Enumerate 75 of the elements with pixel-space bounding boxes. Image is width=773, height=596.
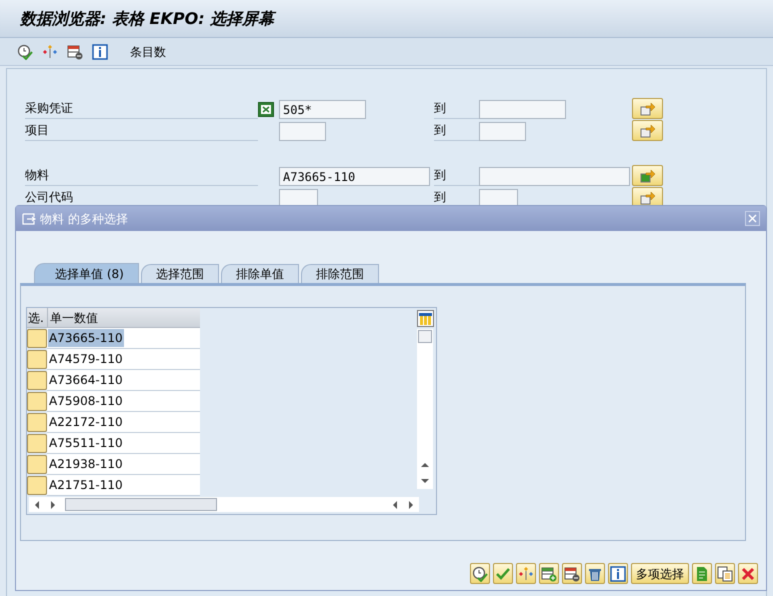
toolbar-button[interactable] <box>738 563 758 584</box>
field-label: 项目 <box>25 122 49 139</box>
field-label: 物料 <box>25 167 49 184</box>
remove-row-icon <box>564 566 580 582</box>
toolbar-button[interactable] <box>16 42 34 60</box>
add-row-icon <box>541 566 557 582</box>
to-label: 到 <box>434 189 446 206</box>
diamonds-icon <box>42 44 58 60</box>
tab[interactable]: 选择范围 <box>140 264 219 283</box>
column-settings-button[interactable] <box>416 310 434 327</box>
check-icon <box>495 566 511 582</box>
input-field[interactable]: 505* <box>279 100 366 119</box>
toolbar-button[interactable] <box>539 563 559 584</box>
row-selector[interactable] <box>27 350 47 369</box>
field-label: 采购凭证 <box>25 100 73 117</box>
scroll-thumb[interactable] <box>418 330 432 343</box>
dialog-title: 物料 的多种选择 <box>40 210 128 228</box>
table-cell[interactable]: A73665-110 <box>48 329 124 347</box>
toolbar-button[interactable] <box>41 42 59 60</box>
row-selector[interactable] <box>27 329 47 348</box>
toolbar-button[interactable] <box>470 563 490 584</box>
to-label: 到 <box>434 100 446 117</box>
close-button[interactable] <box>745 211 760 226</box>
columns-icon <box>418 312 432 324</box>
clock-check-icon <box>472 566 488 582</box>
multiple-selection-button[interactable]: 多项选择 <box>631 563 689 584</box>
input-field[interactable] <box>279 122 326 141</box>
to-label: 到 <box>434 122 446 139</box>
info-icon <box>610 566 626 582</box>
selection-option-icon[interactable] <box>258 102 274 117</box>
toolbar-button[interactable] <box>608 563 628 584</box>
row-selector[interactable] <box>27 455 47 474</box>
toolbar-button[interactable] <box>516 563 536 584</box>
toolbar-button[interactable] <box>493 563 513 584</box>
document-icon <box>694 566 710 582</box>
input-field[interactable]: A73665-110 <box>279 167 430 186</box>
horizontal-scrollbar[interactable] <box>29 497 419 512</box>
close-icon <box>748 214 757 223</box>
toolbar-button[interactable] <box>692 563 712 584</box>
column-header[interactable]: 单一数值 <box>48 308 200 327</box>
row-selector[interactable] <box>27 392 47 411</box>
to-input-field[interactable] <box>479 122 526 141</box>
clock-check-icon <box>17 44 33 60</box>
toolbar-button[interactable] <box>562 563 582 584</box>
to-input-field[interactable] <box>479 167 630 186</box>
toolbar-button[interactable] <box>66 42 84 60</box>
vertical-scrollbar[interactable] <box>417 329 433 489</box>
tab[interactable]: 排除单值 <box>220 264 299 283</box>
entry-count-label[interactable]: 条目数 <box>130 42 166 60</box>
scroll-thumb[interactable] <box>65 498 217 511</box>
row-selector[interactable] <box>27 434 47 453</box>
toolbar-button[interactable] <box>585 563 605 584</box>
tab[interactable]: 选择单值 (8) <box>34 263 139 283</box>
toolbar-button[interactable] <box>715 563 735 584</box>
info-icon <box>92 44 108 60</box>
copy-icon <box>717 566 733 582</box>
to-label: 到 <box>434 167 446 184</box>
row-selector[interactable] <box>27 371 47 390</box>
to-input-field[interactable] <box>479 100 566 119</box>
window-title: 数据浏览器: 表格 EKPO: 选择屏幕 <box>20 8 274 30</box>
dialog-icon <box>22 212 36 224</box>
multiple-selection-button[interactable] <box>632 165 663 186</box>
tab[interactable]: 排除范围 <box>300 264 379 283</box>
diamonds-icon <box>518 566 534 582</box>
cancel-icon <box>740 566 756 582</box>
arrow-icon <box>640 102 656 116</box>
column-header[interactable]: 选. <box>27 308 48 327</box>
arrow-icon <box>640 124 656 138</box>
row-selector[interactable] <box>27 413 47 432</box>
multiple-selection-button[interactable] <box>632 120 663 141</box>
remove-row-icon <box>67 44 83 60</box>
arrow-icon <box>640 168 656 182</box>
field-label: 公司代码 <box>25 189 73 206</box>
toolbar-button[interactable] <box>91 42 109 60</box>
multiple-selection-button[interactable] <box>632 98 663 119</box>
